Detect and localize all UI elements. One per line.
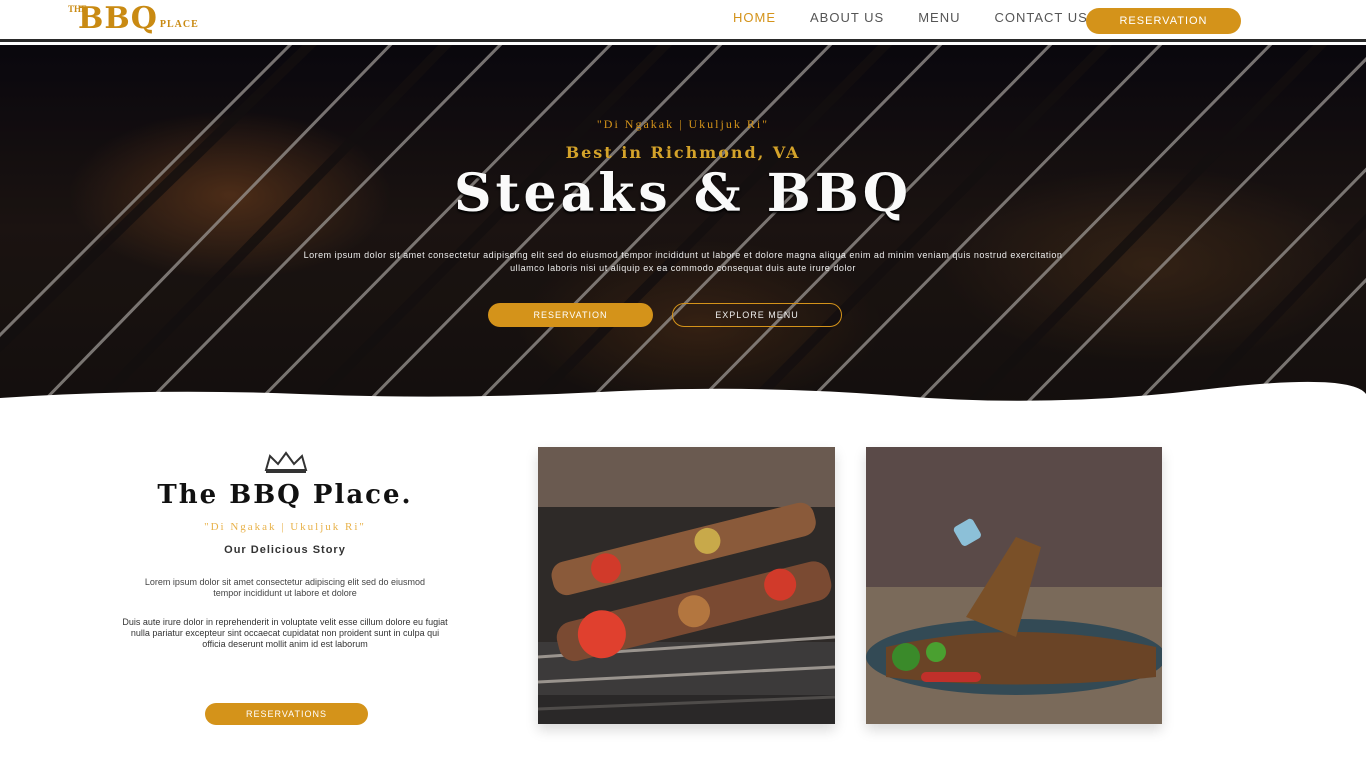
hero-description: Lorem ipsum dolor sit amet consectetur a… [303,250,1063,273]
about-paragraph-2: Duis aute irure dolor in reprehenderit i… [122,617,448,649]
reservation-button[interactable]: Reservation [1086,8,1241,34]
nav-link-menu[interactable]: Menu [918,10,960,25]
nav-link-home[interactable]: Home [733,10,776,25]
hero-overlay [0,45,1366,410]
about-reservations-button[interactable]: Reservations [205,703,368,725]
about-title: The BBQ Place. [157,480,413,510]
site-logo[interactable]: THE BBQ PLACE [68,3,199,35]
about-paragraph-1: Lorem ipsum dolor sit amet consectetur a… [144,577,426,598]
about-heading: Our Delicious Story [224,544,346,556]
nav-link-about[interactable]: About Us [810,10,884,25]
about-tagline: "Di Ngakak | Ukuljuk Ri" [204,521,366,533]
nav-link-contact[interactable]: Contact Us [995,10,1088,25]
hero-tagline: "Di Ngakak | Ukuljuk Ri" [596,117,770,131]
crown-icon [264,451,308,473]
main-menu: Home About Us Menu Contact Us [733,10,1088,25]
hero-banner: "Di Ngakak | Ukuljuk Ri" Best in Richmon… [0,45,1366,410]
kebab-photo [538,447,835,724]
hero-title: Steaks & BBQ [453,163,912,224]
lamb-chops-photo [866,447,1162,724]
logo-suffix: PLACE [159,19,199,30]
logo-main: BBQ [78,1,158,36]
hero-subtitle: Best in Richmond, VA [565,143,801,162]
hero-reservation-button[interactable]: Reservation [488,303,653,327]
top-navbar: THE BBQ PLACE Home About Us Menu Contact… [0,0,1366,42]
hero-wave-divider [0,381,1366,410]
logo-the: THE [68,4,88,14]
hero-explore-menu-button[interactable]: Explore Menu [672,303,842,327]
